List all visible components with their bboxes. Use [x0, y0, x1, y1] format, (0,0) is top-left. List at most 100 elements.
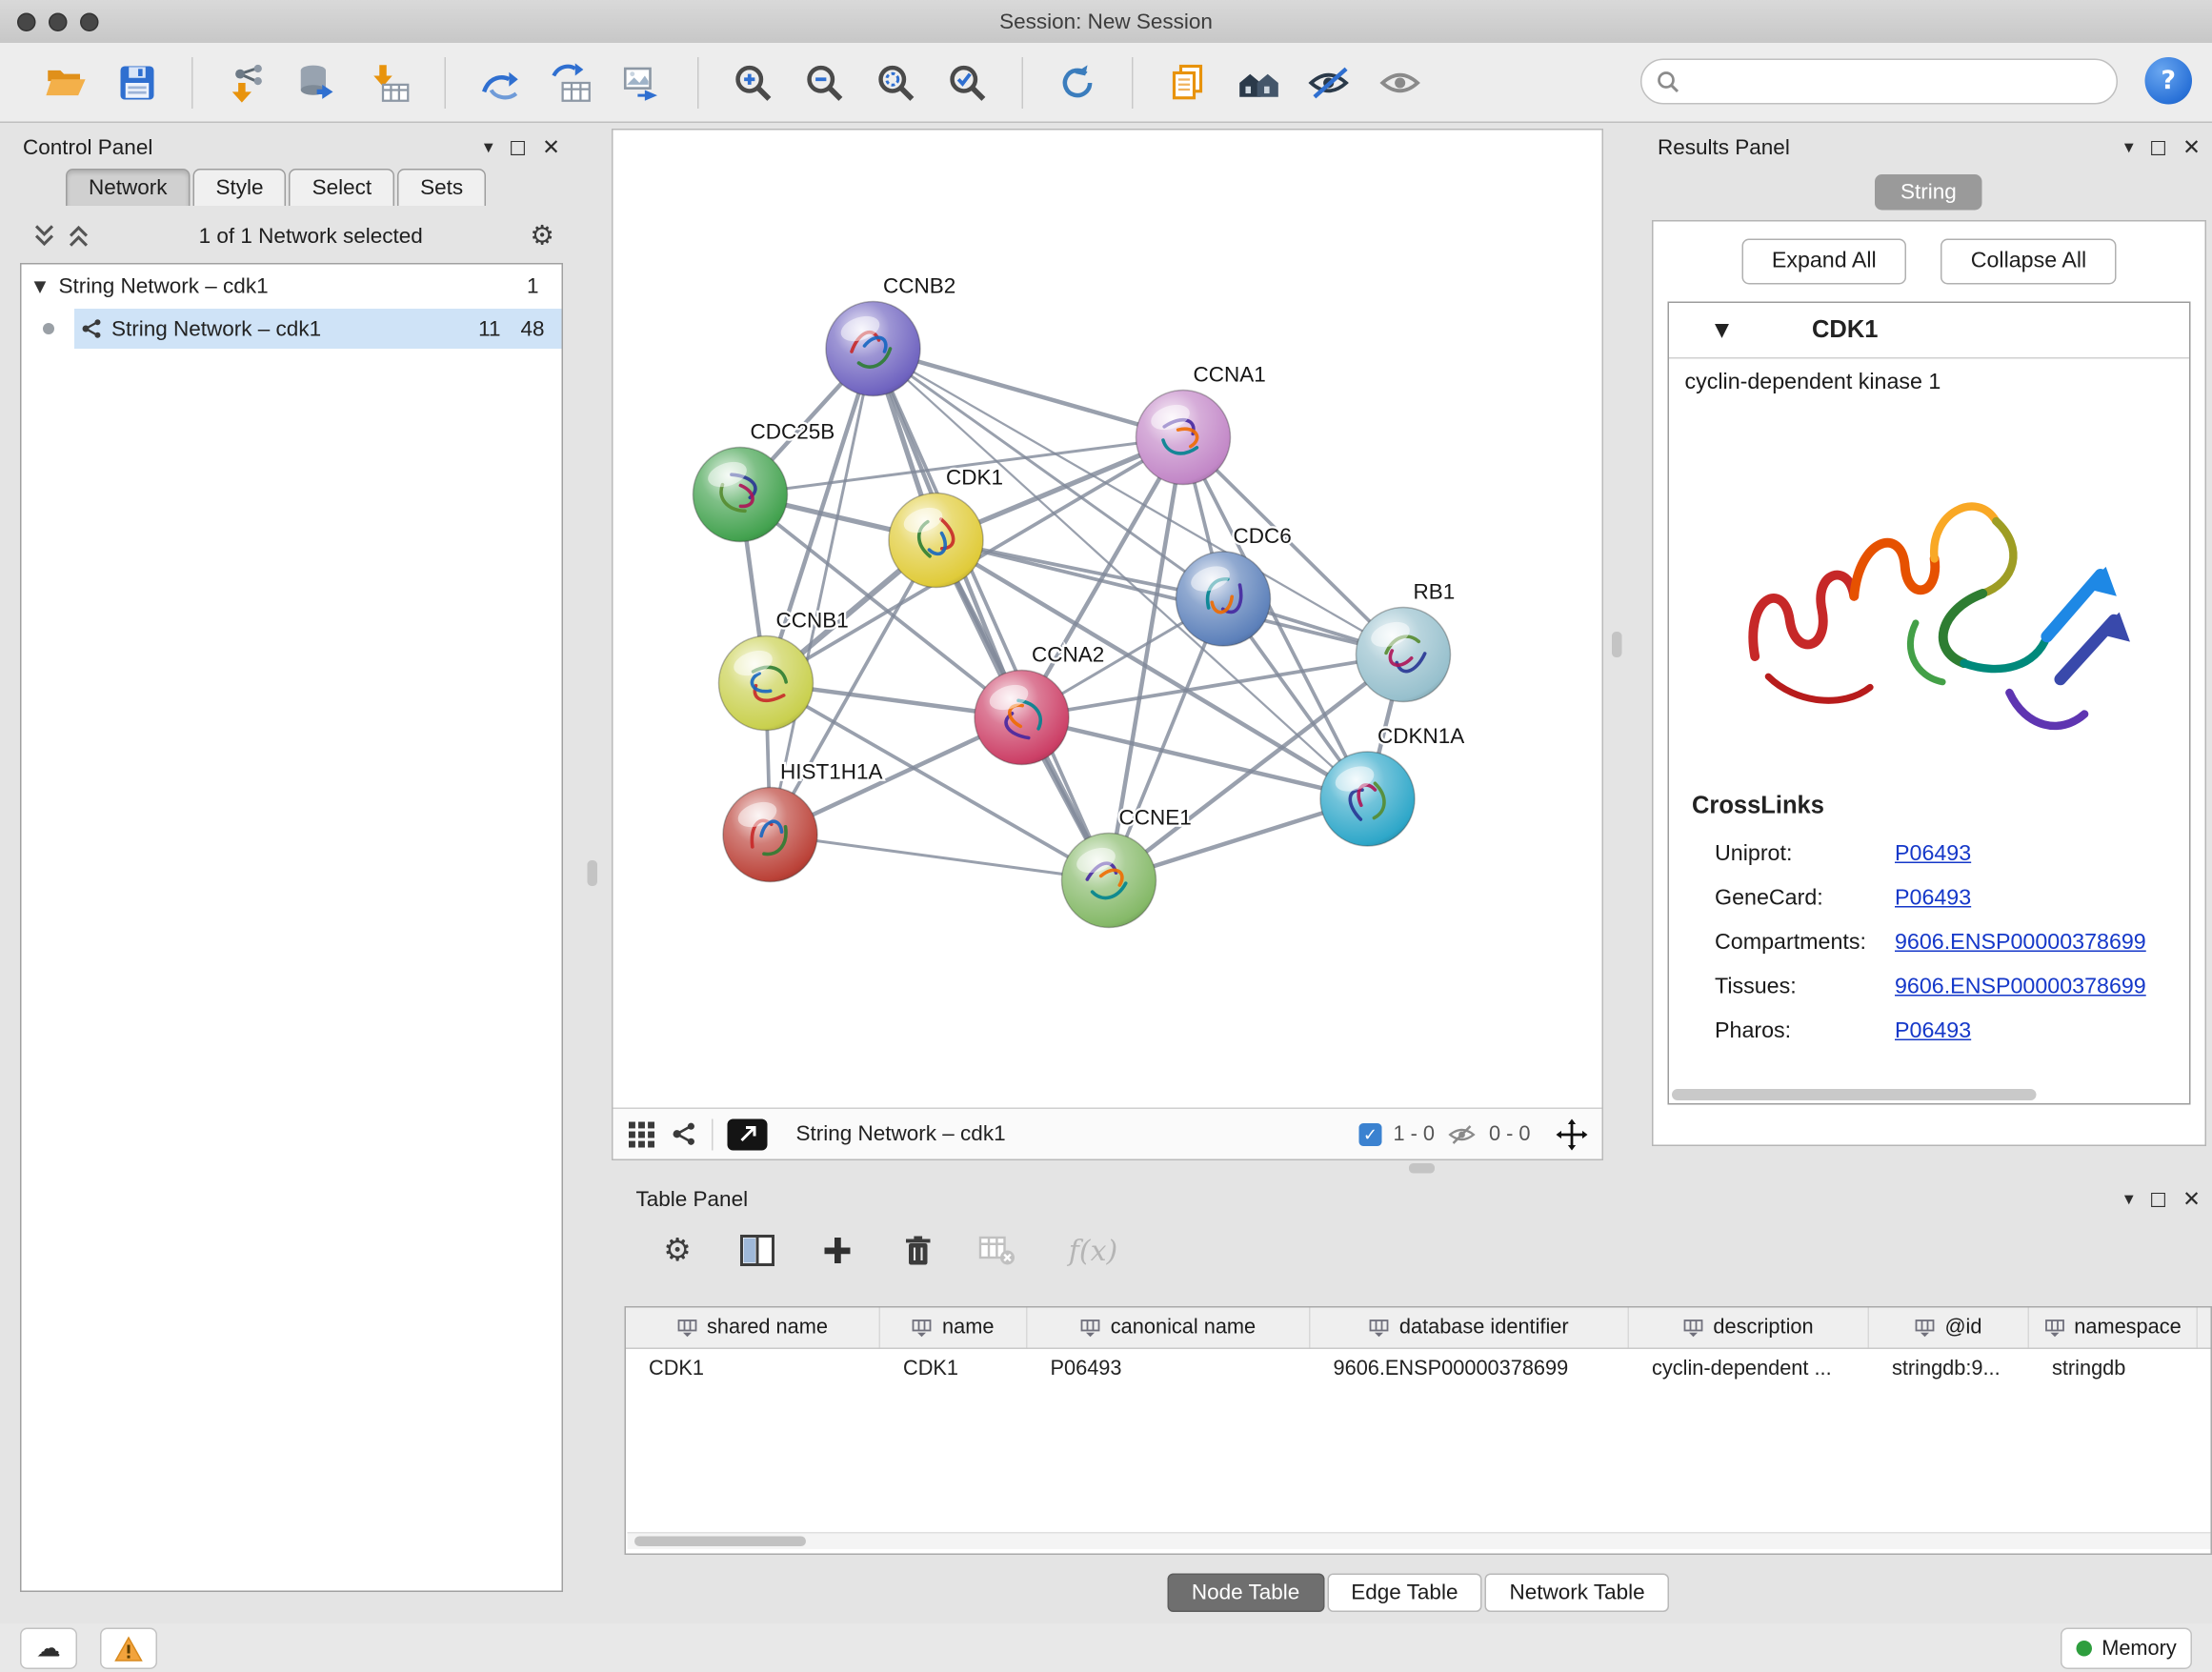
collapse-panel-icon[interactable]: ▾: [2124, 138, 2134, 157]
right-splitter-handle[interactable]: [1612, 632, 1622, 657]
network-node-rb1[interactable]: RB1: [1357, 580, 1456, 702]
results-horizontal-scrollbar[interactable]: [1672, 1089, 2036, 1100]
network-edge[interactable]: [771, 835, 1110, 880]
show-hide-annotations-button[interactable]: [1305, 56, 1357, 108]
expand-all-tree-icon[interactable]: [31, 223, 57, 249]
network-canvas[interactable]: CCNB2CCNA1CDC25BCDK1CDC6RB1CCNB1CCNA2CDK…: [613, 131, 1602, 1108]
apply-function-button[interactable]: f(x): [1056, 1229, 1131, 1272]
selected-network-row[interactable]: String Network – cdk1 11 48: [74, 309, 562, 349]
home-button[interactable]: [1234, 56, 1285, 108]
move-crosshair-icon[interactable]: [1557, 1118, 1588, 1150]
collapse-all-button[interactable]: Collapse All: [1941, 239, 2117, 285]
tab-node-table[interactable]: Node Table: [1167, 1574, 1323, 1613]
node-table[interactable]: shared namenamecanonical namedatabase id…: [625, 1306, 2212, 1555]
open-in-browser-button[interactable]: [1162, 56, 1214, 108]
toolbar-separator: [445, 56, 447, 108]
collapse-panel-icon[interactable]: ▾: [2124, 1190, 2134, 1209]
refresh-button[interactable]: [1052, 56, 1103, 108]
bottom-splitter-handle[interactable]: [1409, 1163, 1435, 1174]
zoom-selected-button[interactable]: [942, 56, 994, 108]
new-network-from-selection-button[interactable]: [546, 56, 597, 108]
network-node-ccnb1[interactable]: CCNB1: [719, 609, 849, 731]
show-columns-button[interactable]: [736, 1229, 779, 1272]
network-edge[interactable]: [874, 349, 1110, 880]
collapse-all-tree-icon[interactable]: [66, 223, 91, 249]
cloud-status-button[interactable]: ☁: [20, 1628, 77, 1670]
birds-eye-view-button[interactable]: [728, 1118, 768, 1150]
warnings-button[interactable]: [100, 1628, 157, 1670]
network-node-ccna1[interactable]: CCNA1: [1136, 363, 1266, 485]
column-header-canonical-name[interactable]: canonical name: [1028, 1308, 1311, 1348]
left-splitter-handle[interactable]: [588, 860, 598, 886]
network-edge[interactable]: [874, 349, 1184, 437]
new-network-button[interactable]: [474, 56, 526, 108]
open-session-button[interactable]: [40, 56, 91, 108]
column-header-shared-name[interactable]: shared name: [626, 1308, 880, 1348]
table-panel-title: Table Panel: [636, 1187, 749, 1212]
import-network-from-database-button[interactable]: [293, 56, 345, 108]
memory-button[interactable]: Memory: [2061, 1628, 2192, 1670]
zoom-in-button[interactable]: [728, 56, 779, 108]
delete-column-button[interactable]: [896, 1229, 939, 1272]
table-settings-button[interactable]: ⚙: [656, 1229, 699, 1272]
node-label: CCNA1: [1194, 363, 1266, 387]
column-header-name[interactable]: name: [880, 1308, 1028, 1348]
tab-select[interactable]: Select: [290, 169, 395, 206]
node-details-header[interactable]: ▼ CDK1: [1669, 303, 2189, 359]
network-node-cdc6[interactable]: CDC6: [1176, 524, 1292, 646]
network-node-cdc25b[interactable]: CDC25B: [694, 420, 835, 542]
crosslink-link[interactable]: 9606.ENSP00000378699: [1895, 974, 2146, 999]
crosslink-link[interactable]: 9606.ENSP00000378699: [1895, 930, 2146, 956]
network-node-ccnb2[interactable]: CCNB2: [826, 274, 955, 396]
gear-icon[interactable]: ⚙: [530, 220, 554, 252]
column-header--id[interactable]: @id: [1869, 1308, 2029, 1348]
crosslinks-heading: CrossLinks: [1692, 792, 2189, 820]
network-edge[interactable]: [936, 540, 1404, 655]
crosslink-link[interactable]: P06493: [1895, 885, 1971, 911]
float-panel-icon[interactable]: □: [509, 138, 526, 157]
zoom-fit-content-button[interactable]: [871, 56, 922, 108]
tab-sets[interactable]: Sets: [397, 169, 486, 206]
save-session-button[interactable]: [111, 56, 163, 108]
network-row[interactable]: String Network – cdk1 11 48: [22, 309, 562, 349]
column-header-namespace[interactable]: namespace: [2029, 1308, 2198, 1348]
table-horizontal-scrollbar[interactable]: [628, 1532, 2211, 1549]
expand-all-button[interactable]: Expand All: [1741, 239, 1906, 285]
zoom-out-button[interactable]: [799, 56, 851, 108]
close-panel-icon[interactable]: ✕: [542, 136, 560, 158]
crosslink-link[interactable]: P06493: [1895, 1018, 1971, 1044]
network-collection-row[interactable]: ▼ String Network – cdk1 1: [22, 265, 562, 308]
column-header-description[interactable]: description: [1629, 1308, 1869, 1348]
scrollbar-thumb[interactable]: [634, 1537, 806, 1547]
help-button[interactable]: ?: [2145, 57, 2193, 105]
tab-edge-table[interactable]: Edge Table: [1327, 1574, 1482, 1613]
tree-expanded-icon[interactable]: ▼: [22, 276, 59, 295]
column-header-database-identifier[interactable]: database identifier: [1311, 1308, 1630, 1348]
node-count: 11: [478, 316, 500, 341]
float-panel-icon[interactable]: □: [2149, 1190, 2166, 1209]
import-table-from-file-button[interactable]: [365, 56, 416, 108]
import-network-from-file-button[interactable]: [222, 56, 273, 108]
collapse-panel-icon[interactable]: ▾: [484, 138, 493, 157]
network-share-icon[interactable]: [671, 1120, 698, 1148]
network-node-hist1h1a[interactable]: HIST1H1A: [723, 760, 883, 882]
tab-string[interactable]: String: [1875, 174, 1982, 211]
close-panel-icon[interactable]: ✕: [2182, 136, 2201, 158]
float-panel-icon[interactable]: □: [2149, 138, 2166, 157]
add-column-button[interactable]: [816, 1229, 859, 1272]
delete-table-button[interactable]: [976, 1229, 1019, 1272]
tab-network-table[interactable]: Network Table: [1485, 1574, 1669, 1613]
table-row[interactable]: CDK1CDK1P064939606.ENSP00000378699cyclin…: [626, 1349, 2211, 1388]
export-image-button[interactable]: [617, 56, 669, 108]
crosslink-link[interactable]: P06493: [1895, 841, 1971, 867]
network-node-cdkn1a[interactable]: CDKN1A: [1320, 724, 1464, 846]
grid-view-icon[interactable]: [628, 1119, 656, 1148]
tree-expanded-icon[interactable]: ▼: [1715, 319, 1729, 341]
tab-style[interactable]: Style: [193, 169, 287, 206]
close-panel-icon[interactable]: ✕: [2182, 1188, 2201, 1210]
table-cell: CDK1: [880, 1357, 1028, 1380]
show-graphics-details-button[interactable]: [1377, 56, 1428, 108]
selected-nodes-checkbox-icon[interactable]: ✓: [1358, 1122, 1381, 1145]
search-input[interactable]: [1640, 59, 2118, 105]
tab-network[interactable]: Network: [66, 169, 191, 206]
